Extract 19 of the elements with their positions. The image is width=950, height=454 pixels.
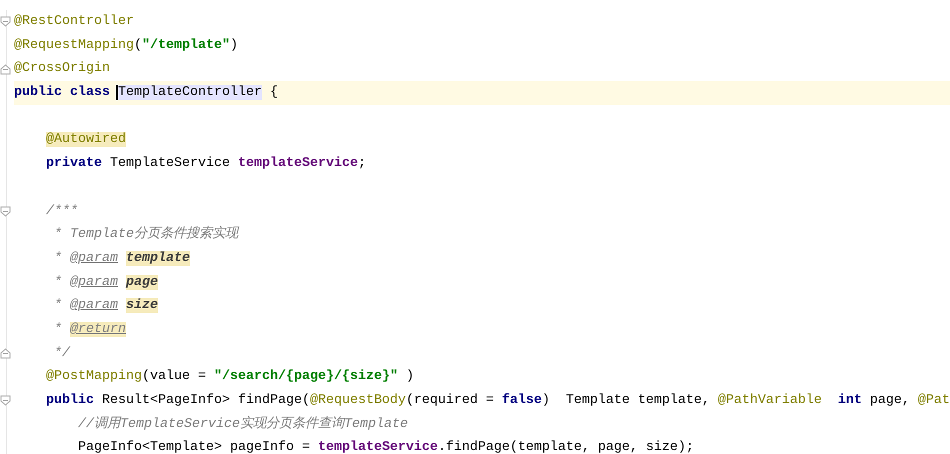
code-line: PageInfo<Template> pageInfo = templateService.findPage(template, page, size);: [77, 439, 695, 454]
fold-icon[interactable]: [0, 64, 11, 75]
code-line: @RestController: [14, 13, 135, 31]
code-line: public Result<PageInfo> findPage(@RequestBody(required = false) Template template, @PathVariable int page, @Pat: [45, 392, 950, 410]
code-line: * @param template: [53, 250, 191, 268]
code-line: * Template分页条件搜索实现: [53, 224, 240, 244]
code-line: */: [53, 344, 72, 363]
fold-icon[interactable]: [0, 16, 11, 28]
code-line: @CrossOrigin: [14, 60, 111, 78]
code-line: private TemplateService templateService;: [45, 155, 367, 174]
code-line: @PostMapping(value = "/search/{page}/{size}" ): [45, 368, 415, 386]
code-line: * @param size: [53, 297, 159, 316]
fold-icon[interactable]: [0, 395, 11, 406]
fold-icon[interactable]: [0, 348, 11, 359]
code-line: @RequestMapping("/template"): [14, 36, 239, 55]
code-line: * @param page: [53, 274, 159, 292]
code-line: /***: [45, 202, 79, 220]
code-line: //调用TemplateService实现分页条件查询Template: [77, 414, 409, 434]
fold-icon[interactable]: [0, 206, 11, 217]
